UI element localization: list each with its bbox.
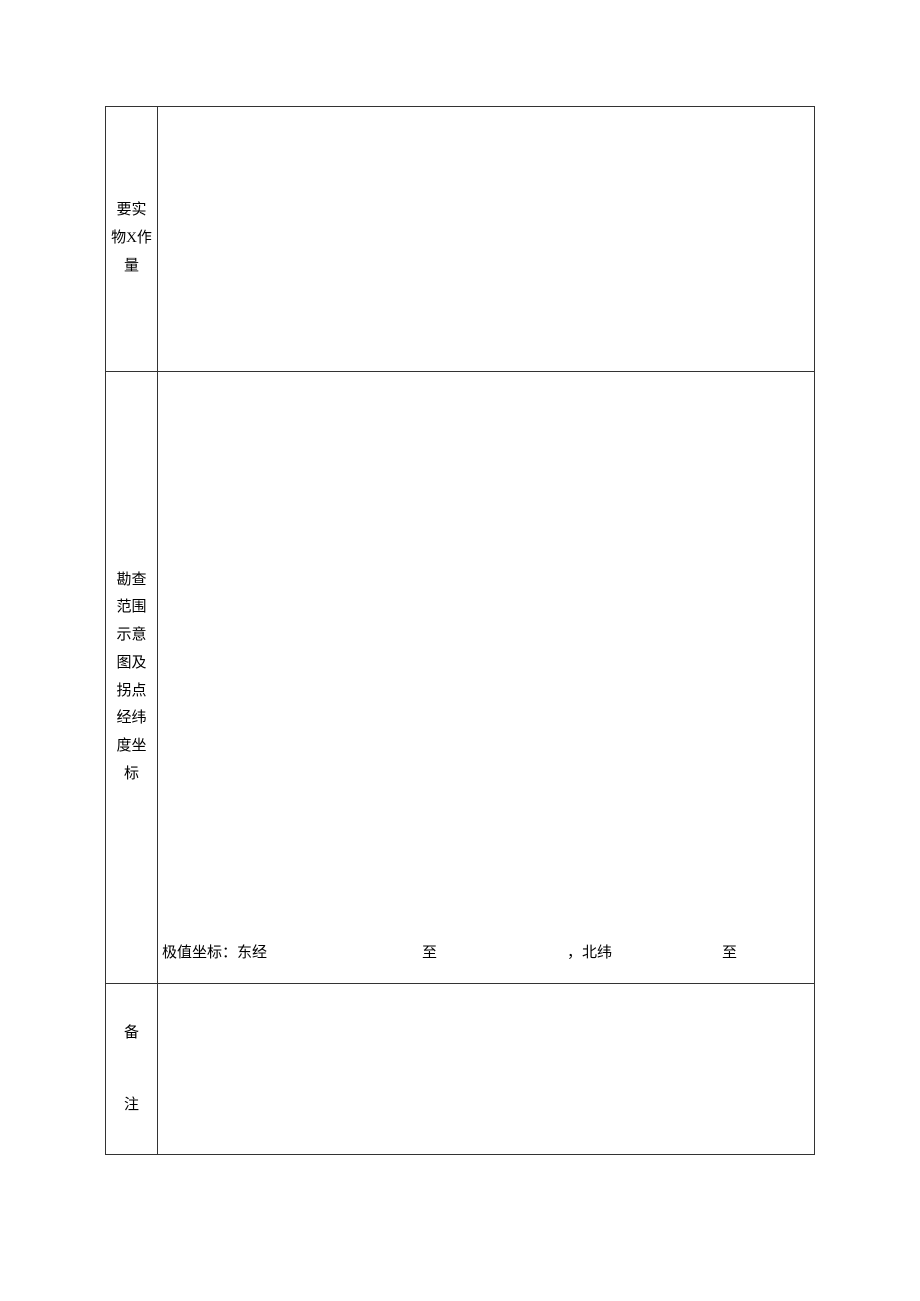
remarks-content <box>158 984 814 1154</box>
survey-diagram-area <box>158 372 814 919</box>
survey-label-cell: 勘查范围示意图及拐点经纬度坐标 <box>106 372 158 983</box>
survey-content-wrapper: 极值坐标：东经 至 ，北纬 至 <box>158 372 814 983</box>
coord-line: 极值坐标：东经 至 ，北纬 至 <box>158 919 814 983</box>
remarks-label-cell: 备注 <box>106 984 158 1154</box>
workload-content <box>158 107 814 371</box>
survey-label: 勘查范围示意图及拐点经纬度坐标 <box>110 567 153 789</box>
workload-label: 要实物X作量 <box>110 197 153 280</box>
coord-prefix: 极值坐标：东经 <box>162 941 267 962</box>
workload-label-cell: 要实物X作量 <box>106 107 158 371</box>
row-workload: 要实物X作量 <box>106 107 814 372</box>
row-survey-map: 勘查范围示意图及拐点经纬度坐标 极值坐标：东经 至 ，北纬 至 <box>106 372 814 984</box>
coord-to-1: 至 <box>422 941 437 962</box>
form-table: 要实物X作量 勘查范围示意图及拐点经纬度坐标 极值坐标：东经 至 ，北纬 至 备… <box>105 106 815 1155</box>
coord-to-2: 至 <box>722 941 737 962</box>
row-remarks: 备注 <box>106 984 814 1154</box>
remarks-label: 备注 <box>124 1015 139 1123</box>
coord-north-label: ，北纬 <box>567 941 612 962</box>
